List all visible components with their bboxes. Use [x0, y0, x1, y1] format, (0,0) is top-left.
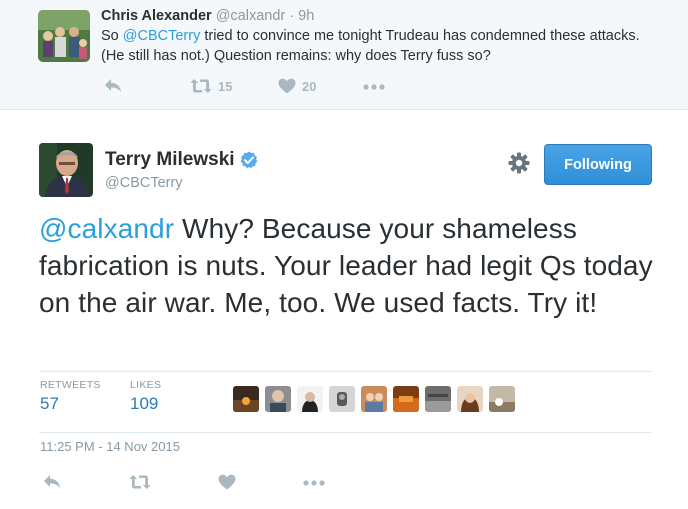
parent-text-prefix: So	[101, 28, 123, 44]
retweet-count: 15	[218, 78, 233, 94]
more-icon	[303, 480, 325, 486]
heart-icon	[218, 474, 236, 490]
following-button[interactable]: Following	[544, 144, 652, 185]
parent-author-name[interactable]: Chris Alexander	[101, 8, 212, 24]
time-separator: ·	[285, 8, 299, 24]
like-button[interactable]: 20	[278, 78, 316, 94]
liker-avatar[interactable]	[329, 386, 355, 412]
liker-avatar[interactable]	[265, 386, 291, 412]
likes-label: LIKES	[130, 379, 162, 391]
retweets-value: 57	[40, 394, 59, 413]
likes-stat[interactable]: LIKES 109	[130, 379, 161, 414]
like-button[interactable]	[218, 474, 236, 490]
liker-avatar[interactable]	[425, 386, 451, 412]
retweet-icon	[190, 79, 212, 93]
liker-avatar[interactable]	[361, 386, 387, 412]
retweets-label: RETWEETS	[40, 379, 101, 391]
retweet-icon	[129, 475, 151, 489]
liker-avatar[interactable]	[393, 386, 419, 412]
reply-button[interactable]	[43, 474, 62, 490]
main-author-name[interactable]: Terry Milewski	[105, 149, 235, 171]
retweets-stat[interactable]: RETWEETS 57	[40, 379, 101, 414]
likers-avatar-row	[233, 386, 515, 412]
liker-avatar[interactable]	[297, 386, 323, 412]
reply-button[interactable]	[104, 78, 123, 94]
parent-tweet-text: So @CBCTerry tried to convince me tonigh…	[101, 26, 641, 66]
tweet-stats: RETWEETS 57 LIKES 109	[39, 371, 652, 433]
more-icon	[363, 84, 385, 90]
main-mention-link[interactable]: @calxandr	[39, 213, 174, 244]
parent-author-handle[interactable]: @calxandr	[216, 8, 286, 24]
parent-mention-link[interactable]: @CBCTerry	[123, 28, 201, 44]
parent-tweet[interactable]: Chris Alexander @calxandr · 9h So @CBCTe…	[0, 0, 688, 110]
reply-icon	[105, 79, 121, 92]
parent-tweet-actions: 15 20	[101, 78, 401, 98]
like-count: 20	[302, 78, 317, 94]
main-author-handle[interactable]: @CBCTerry	[105, 175, 183, 191]
retweet-button[interactable]	[129, 474, 151, 490]
reply-icon	[44, 475, 60, 488]
parent-author-avatar[interactable]	[38, 10, 90, 62]
liker-avatar[interactable]	[457, 386, 483, 412]
retweet-button[interactable]: 15	[190, 78, 232, 94]
gear-icon[interactable]	[508, 152, 530, 174]
more-button[interactable]	[303, 476, 325, 490]
more-button[interactable]	[363, 80, 385, 94]
main-author-avatar[interactable]	[39, 143, 93, 197]
liker-avatar[interactable]	[233, 386, 259, 412]
heart-icon	[278, 78, 296, 94]
main-tweet-actions	[41, 474, 361, 494]
parent-tweet-time[interactable]: 9h	[298, 8, 314, 24]
main-author-name-row: Terry Milewski	[105, 149, 258, 171]
likes-value: 109	[130, 394, 159, 413]
verified-badge-icon	[240, 151, 257, 169]
parent-tweet-header: Chris Alexander @calxandr · 9h	[101, 8, 314, 24]
liker-avatar[interactable]	[489, 386, 515, 412]
tweet-timestamp[interactable]: 11:25 PM - 14 Nov 2015	[40, 439, 180, 454]
main-tweet-text: @calxandr Why? Because your shameless fa…	[39, 210, 659, 321]
